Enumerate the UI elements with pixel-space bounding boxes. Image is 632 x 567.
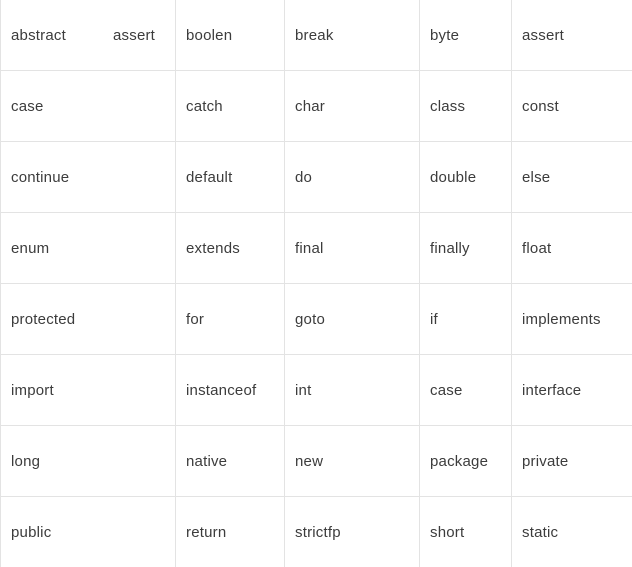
keyword-text: new: [285, 453, 419, 470]
table-row: enum extends final finally float: [1, 213, 632, 284]
keyword-text: case: [1, 98, 175, 115]
table-row: abstract assert boolen break byte assert: [1, 0, 632, 71]
keyword-text: class: [420, 98, 511, 115]
keyword-text: static: [512, 524, 632, 541]
table-row: continue default do double else: [1, 142, 632, 213]
keyword-cell-r5c3: case: [420, 355, 512, 426]
keyword-cell-r4c4: implements: [512, 284, 632, 355]
keyword-cell-r1c4: const: [512, 71, 632, 142]
keyword-cell-r0c0: abstract assert: [1, 0, 176, 71]
keyword-cell-r2c0: continue: [1, 142, 176, 213]
keyword-text: char: [285, 98, 419, 115]
keyword-text: long: [1, 453, 175, 470]
keyword-text: assert: [512, 27, 632, 44]
keyword-cell-r5c0: import: [1, 355, 176, 426]
keyword-cell-r4c0: protected: [1, 284, 176, 355]
keyword-cell-r0c1: boolen: [176, 0, 285, 71]
keyword-text: byte: [420, 27, 511, 44]
split-keyword-cell: abstract assert: [1, 27, 175, 44]
keyword-text: finally: [420, 240, 511, 257]
keyword-text: enum: [1, 240, 175, 257]
keyword-cell-r6c2: new: [285, 426, 420, 497]
keyword-text: boolen: [176, 27, 284, 44]
keyword-text: native: [176, 453, 284, 470]
keyword-cell-r3c0: enum: [1, 213, 176, 284]
keyword-cell-r7c2: strictfp: [285, 497, 420, 567]
keyword-cell-r3c3: finally: [420, 213, 512, 284]
keyword-cell-r7c1: return: [176, 497, 285, 567]
keyword-text: const: [512, 98, 632, 115]
keyword-cell-r7c4: static: [512, 497, 632, 567]
table-row: long native new package private: [1, 426, 632, 497]
keyword-text-secondary: assert: [103, 27, 155, 44]
keyword-cell-r4c3: if: [420, 284, 512, 355]
keyword-text: for: [176, 311, 284, 328]
keyword-cell-r3c2: final: [285, 213, 420, 284]
keyword-cell-r1c1: catch: [176, 71, 285, 142]
keyword-cell-r1c3: class: [420, 71, 512, 142]
keyword-text: abstract: [1, 27, 103, 44]
java-keywords-table: abstract assert boolen break byte assert…: [0, 0, 632, 567]
keyword-cell-r4c2: goto: [285, 284, 420, 355]
keyword-text: else: [512, 169, 632, 186]
keyword-cell-r0c4: assert: [512, 0, 632, 71]
keyword-text: break: [285, 27, 419, 44]
keyword-text: continue: [1, 169, 175, 186]
keyword-cell-r2c1: default: [176, 142, 285, 213]
keyword-text: double: [420, 169, 511, 186]
keyword-text: implements: [512, 311, 632, 328]
keyword-cell-r3c1: extends: [176, 213, 285, 284]
keyword-cell-r2c3: double: [420, 142, 512, 213]
keyword-table-body: abstract assert boolen break byte assert…: [1, 0, 632, 567]
keyword-cell-r0c3: byte: [420, 0, 512, 71]
keyword-cell-r6c1: native: [176, 426, 285, 497]
keyword-text: goto: [285, 311, 419, 328]
keyword-text: strictfp: [285, 524, 419, 541]
keyword-cell-r6c3: package: [420, 426, 512, 497]
keyword-cell-r2c2: do: [285, 142, 420, 213]
keyword-text: interface: [512, 382, 632, 399]
keyword-cell-r5c4: interface: [512, 355, 632, 426]
keyword-cell-r5c2: int: [285, 355, 420, 426]
keyword-cell-r7c3: short: [420, 497, 512, 567]
keyword-text: int: [285, 382, 419, 399]
keyword-cell-r3c4: float: [512, 213, 632, 284]
keyword-cell-r6c4: private: [512, 426, 632, 497]
keyword-text: default: [176, 169, 284, 186]
keyword-text: extends: [176, 240, 284, 257]
keyword-text: if: [420, 311, 511, 328]
table-row: case catch char class const: [1, 71, 632, 142]
keyword-text: case: [420, 382, 511, 399]
keyword-cell-r7c0: public: [1, 497, 176, 567]
keyword-cell-r4c1: for: [176, 284, 285, 355]
keyword-cell-r0c2: break: [285, 0, 420, 71]
table-row: public return strictfp short static: [1, 497, 632, 567]
keyword-text: import: [1, 382, 175, 399]
keyword-cell-r6c0: long: [1, 426, 176, 497]
keyword-text: return: [176, 524, 284, 541]
keyword-text: private: [512, 453, 632, 470]
keyword-text: do: [285, 169, 419, 186]
keyword-text: public: [1, 524, 175, 541]
keyword-cell-r1c0: case: [1, 71, 176, 142]
keyword-text: short: [420, 524, 511, 541]
keyword-text: float: [512, 240, 632, 257]
keyword-text: protected: [1, 311, 175, 328]
keyword-text: package: [420, 453, 511, 470]
keyword-text: final: [285, 240, 419, 257]
table-row: protected for goto if implements: [1, 284, 632, 355]
keyword-text: catch: [176, 98, 284, 115]
keyword-cell-r1c2: char: [285, 71, 420, 142]
keyword-text: instanceof: [176, 382, 284, 399]
keyword-cell-r2c4: else: [512, 142, 632, 213]
table-row: import instanceof int case interface: [1, 355, 632, 426]
keyword-cell-r5c1: instanceof: [176, 355, 285, 426]
